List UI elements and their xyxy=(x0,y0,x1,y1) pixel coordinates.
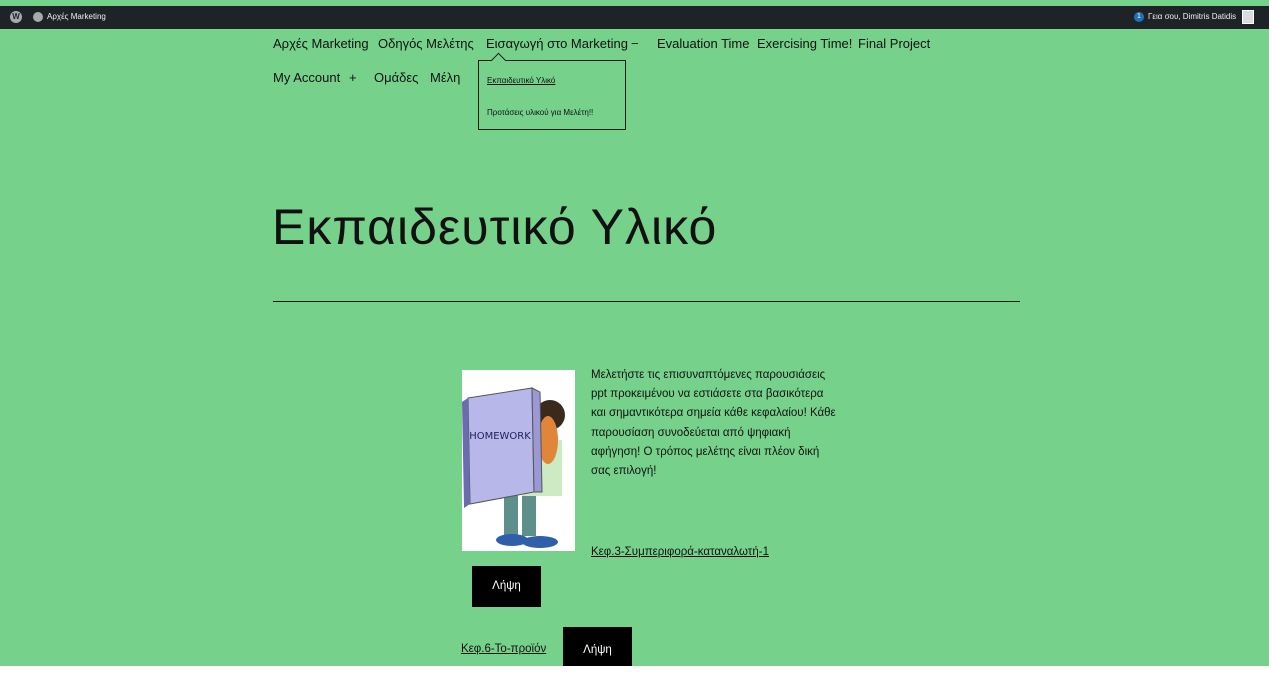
submenu-item-study-suggestions[interactable]: Προτάσεις υλικού για Μελέτη!! xyxy=(487,108,593,117)
nav-item-final-project[interactable]: Final Project xyxy=(858,36,930,51)
admin-site-name[interactable]: Αρχές Marketing xyxy=(47,12,106,21)
description-paragraph: Μελετήστε τις επισυναπτόμενες παρουσιάσε… xyxy=(591,369,836,478)
nav-item-home[interactable]: Αρχές Marketing xyxy=(273,36,369,51)
nav-item-intro-marketing[interactable]: Εισαγωγή στο Marketing xyxy=(486,36,628,51)
notification-badge[interactable]: 1 xyxy=(1134,12,1144,22)
account-greeting[interactable]: Γεια σου, Dimitris Datidis xyxy=(1148,12,1236,21)
submenu-item-educational-material[interactable]: Εκπαιδευτικό Υλικό xyxy=(487,76,555,85)
page-title: Εκπαιδευτικό Υλικό xyxy=(272,199,718,255)
submenu-collapse-toggle[interactable]: − xyxy=(631,36,639,51)
download-button-ch6[interactable]: Λήψη xyxy=(563,627,632,666)
homework-label: HOMEWORK xyxy=(469,431,531,442)
homework-illustration: HOMEWORK xyxy=(462,370,575,551)
file-link-ch3[interactable]: Κεφ.3-Συμπεριφορά-καταναλωτή-1 xyxy=(591,546,769,558)
submenu-arrow xyxy=(490,52,507,69)
download-button-ch3[interactable]: Λήψη xyxy=(472,566,541,607)
nav-item-members[interactable]: Μέλη xyxy=(430,70,460,85)
nav-item-exercising-time[interactable]: Exercising Time! xyxy=(757,36,852,51)
nav-item-evaluation-time[interactable]: Evaluation Time xyxy=(657,36,750,51)
nav-submenu: Εκπαιδευτικό Υλικό Προτάσεις υλικού για … xyxy=(478,52,626,130)
submenu-expand-toggle[interactable]: + xyxy=(349,70,357,85)
home-icon[interactable] xyxy=(33,12,43,22)
wordpress-icon[interactable]: W xyxy=(10,11,22,23)
nav-item-study-guide[interactable]: Οδηγός Μελέτης xyxy=(378,36,474,51)
page-background: W Αρχές Marketing 1 Γεια σου, Dimitris D… xyxy=(0,0,1269,666)
avatar[interactable] xyxy=(1242,10,1254,24)
nav-item-my-account[interactable]: My Account xyxy=(273,70,340,85)
nav-item-groups[interactable]: Ομάδες xyxy=(374,70,418,85)
file-link-ch6[interactable]: Κεφ.6-Το-προϊόν xyxy=(461,643,546,655)
admin-bar: W Αρχές Marketing 1 Γεια σου, Dimitris D… xyxy=(0,6,1269,29)
title-divider xyxy=(273,301,1020,302)
